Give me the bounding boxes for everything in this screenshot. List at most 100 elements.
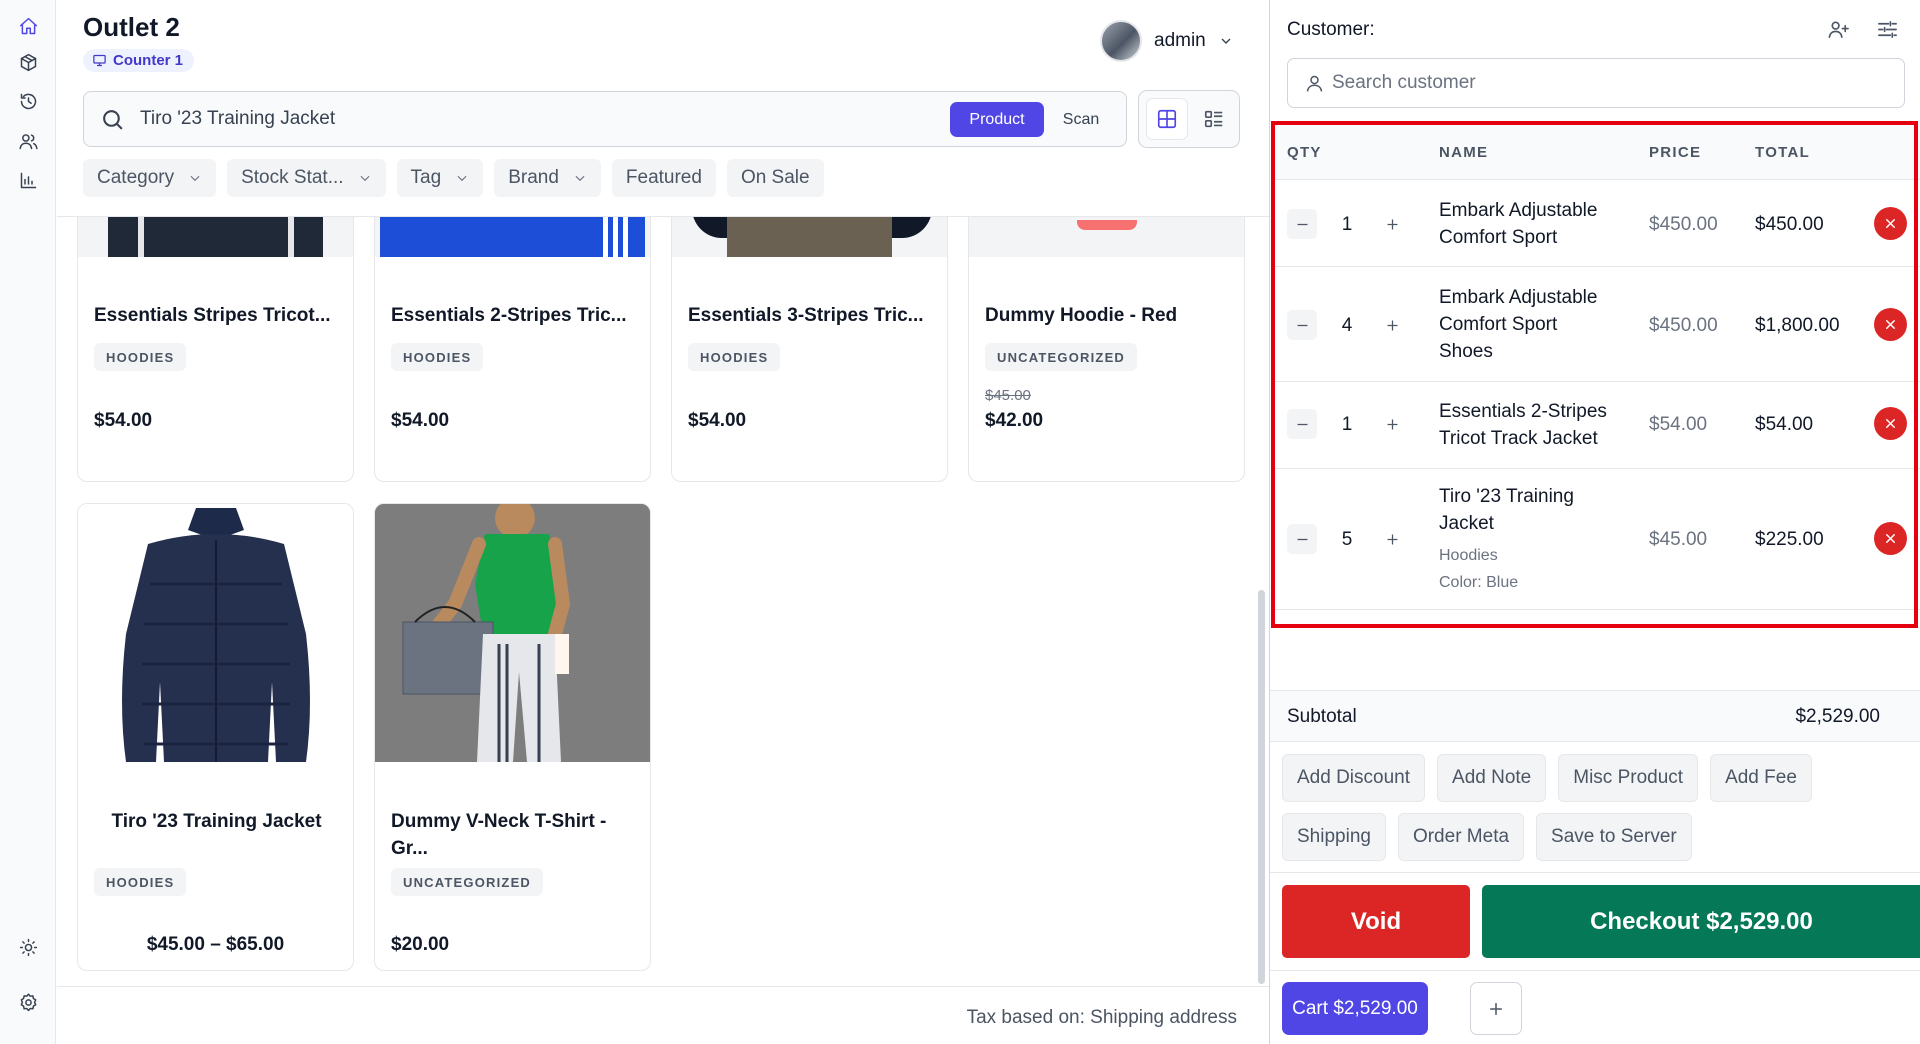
chevron-down-icon xyxy=(457,175,467,182)
product-card[interactable]: Dummy V-Neck T-Shirt - Gr... UNCATEGORIZ… xyxy=(374,503,651,971)
counter-label: Counter 1 xyxy=(113,52,184,69)
product-browser: Outlet 2 Counter 1 admin Product Scan xyxy=(57,0,1269,1044)
cart-panel: Customer: QTY NAME PRICE TOTAL 1 Embark … xyxy=(1269,0,1920,1044)
filter-label: Category xyxy=(97,167,175,188)
outlet-title: Outlet 2 xyxy=(83,12,180,42)
product-card[interactable]: Essentials Stripes Tricot... HOODIES $54… xyxy=(77,217,354,482)
remove-item-button[interactable] xyxy=(1874,407,1907,440)
list-icon xyxy=(1204,110,1223,128)
item-attribute: Color: Blue xyxy=(1439,574,1519,591)
decrease-qty-button[interactable] xyxy=(1287,209,1317,239)
shipping-button[interactable]: Shipping xyxy=(1282,813,1386,861)
product-name: Dummy V-Neck T-Shirt - Gr... xyxy=(391,811,607,859)
cart-table: QTY NAME PRICE TOTAL 1 Embark Adjustable… xyxy=(1271,124,1920,610)
jacket-image xyxy=(122,508,310,762)
remove-item-button[interactable] xyxy=(1874,308,1907,341)
search-mode-product-button[interactable]: Product xyxy=(950,102,1044,137)
product-image xyxy=(78,217,353,257)
products-box-icon[interactable] xyxy=(12,46,44,78)
increase-qty-button[interactable] xyxy=(1377,409,1407,439)
qty-value: 5 xyxy=(1341,529,1353,550)
decrease-qty-button[interactable] xyxy=(1287,310,1317,340)
qty-value: 4 xyxy=(1341,315,1353,336)
product-category-badge: HOODIES xyxy=(391,343,484,371)
add-customer-button[interactable] xyxy=(1823,14,1853,44)
grid-view-button[interactable] xyxy=(1146,98,1188,140)
product-grid: Essentials Stripes Tricot... HOODIES $54… xyxy=(57,216,1269,986)
filter-brand[interactable]: Brand xyxy=(494,159,601,197)
item-total: $450.00 xyxy=(1755,214,1824,235)
filter-label: Brand xyxy=(508,167,559,188)
add-fee-button[interactable]: Add Fee xyxy=(1710,754,1812,802)
cart-row: 1 Embark Adjustable Comfort Sport $450.0… xyxy=(1271,180,1920,267)
item-name: Embark Adjustable Comfort Sport Shoes xyxy=(1439,287,1598,362)
filter-category[interactable]: Category xyxy=(83,159,217,197)
reports-chart-icon[interactable] xyxy=(12,164,44,196)
minus-icon xyxy=(1297,423,1307,425)
product-image xyxy=(375,504,650,762)
product-card[interactable]: Tiro '23 Training Jacket HOODIES $45.00 … xyxy=(77,503,354,971)
customer-search-input[interactable] xyxy=(1332,72,1872,94)
add-cart-button[interactable] xyxy=(1470,982,1522,1035)
add-discount-button[interactable]: Add Discount xyxy=(1282,754,1426,802)
item-category: Hoodies xyxy=(1439,547,1498,564)
product-card[interactable]: Dummy Hoodie - Red UNCATEGORIZED $45.00 … xyxy=(968,217,1245,482)
user-plus-icon xyxy=(1828,20,1849,38)
decrease-qty-button[interactable] xyxy=(1287,409,1317,439)
product-price: $45.00 – $65.00 xyxy=(146,934,285,955)
divider xyxy=(1270,872,1920,873)
filter-featured[interactable]: Featured xyxy=(611,159,716,197)
avatar xyxy=(1100,20,1142,62)
monitor-icon xyxy=(93,54,106,67)
history-icon[interactable] xyxy=(12,85,44,117)
item-price: $45.00 xyxy=(1649,529,1708,550)
product-name: Dummy Hoodie - Red xyxy=(985,305,1178,326)
theme-sun-icon[interactable] xyxy=(12,931,44,963)
list-view-button[interactable] xyxy=(1193,98,1235,140)
chevron-down-icon xyxy=(575,175,585,182)
product-image xyxy=(672,217,947,257)
order-meta-button[interactable]: Order Meta xyxy=(1397,813,1525,861)
remove-item-button[interactable] xyxy=(1874,522,1907,555)
item-price: $450.00 xyxy=(1649,315,1718,336)
plus-icon xyxy=(1387,219,1397,229)
checkout-button[interactable]: Checkout $2,529.00 xyxy=(1482,885,1920,958)
cart-actions-row: Shipping Order Meta Save to Server xyxy=(1282,813,1692,861)
sidebar-nav xyxy=(0,0,56,1044)
increase-qty-button[interactable] xyxy=(1377,209,1407,239)
tax-footer: Tax based on: Shipping address xyxy=(57,986,1269,1044)
sliders-icon xyxy=(1877,20,1897,38)
minus-icon xyxy=(1297,538,1307,540)
search-icon xyxy=(103,110,123,130)
cart-settings-button[interactable] xyxy=(1872,14,1902,44)
filter-stock-status[interactable]: Stock Stat... xyxy=(227,159,386,197)
customers-icon[interactable] xyxy=(12,125,44,157)
cart-tab[interactable]: Cart $2,529.00 xyxy=(1282,982,1428,1035)
add-note-button[interactable]: Add Note xyxy=(1437,754,1547,802)
user-menu[interactable]: admin xyxy=(1100,20,1234,62)
search-mode-scan-button[interactable]: Scan xyxy=(1050,102,1112,137)
cart-table-header: QTY NAME PRICE TOTAL xyxy=(1271,124,1920,180)
increase-qty-button[interactable] xyxy=(1377,524,1407,554)
filter-on-sale[interactable]: On Sale xyxy=(726,159,824,197)
product-grid-scrollbar[interactable] xyxy=(1258,590,1265,984)
cart-row: 1 Essentials 2-Stripes Tricot Track Jack… xyxy=(1271,382,1920,469)
product-card[interactable]: Essentials 3-Stripes Tric... HOODIES $54… xyxy=(671,217,948,482)
product-search-input[interactable] xyxy=(140,108,760,130)
settings-gear-icon[interactable] xyxy=(12,986,44,1018)
void-button[interactable]: Void xyxy=(1282,885,1470,958)
remove-item-button[interactable] xyxy=(1874,207,1907,240)
column-header-name: NAME xyxy=(1439,144,1489,161)
misc-product-button[interactable]: Misc Product xyxy=(1558,754,1699,802)
increase-qty-button[interactable] xyxy=(1377,310,1407,340)
plus-icon xyxy=(1387,320,1397,330)
product-image xyxy=(969,217,1244,257)
product-card[interactable]: Essentials 2-Stripes Tric... HOODIES $54… xyxy=(374,217,651,482)
filter-tag[interactable]: Tag xyxy=(396,159,484,197)
decrease-qty-button[interactable] xyxy=(1287,524,1317,554)
product-price: $42.00 xyxy=(985,410,1044,431)
home-icon[interactable] xyxy=(12,10,44,42)
save-to-server-button[interactable]: Save to Server xyxy=(1536,813,1692,861)
user-name: admin xyxy=(1154,30,1206,51)
cart-row: 4 Embark Adjustable Comfort Sport Shoes … xyxy=(1271,267,1920,382)
